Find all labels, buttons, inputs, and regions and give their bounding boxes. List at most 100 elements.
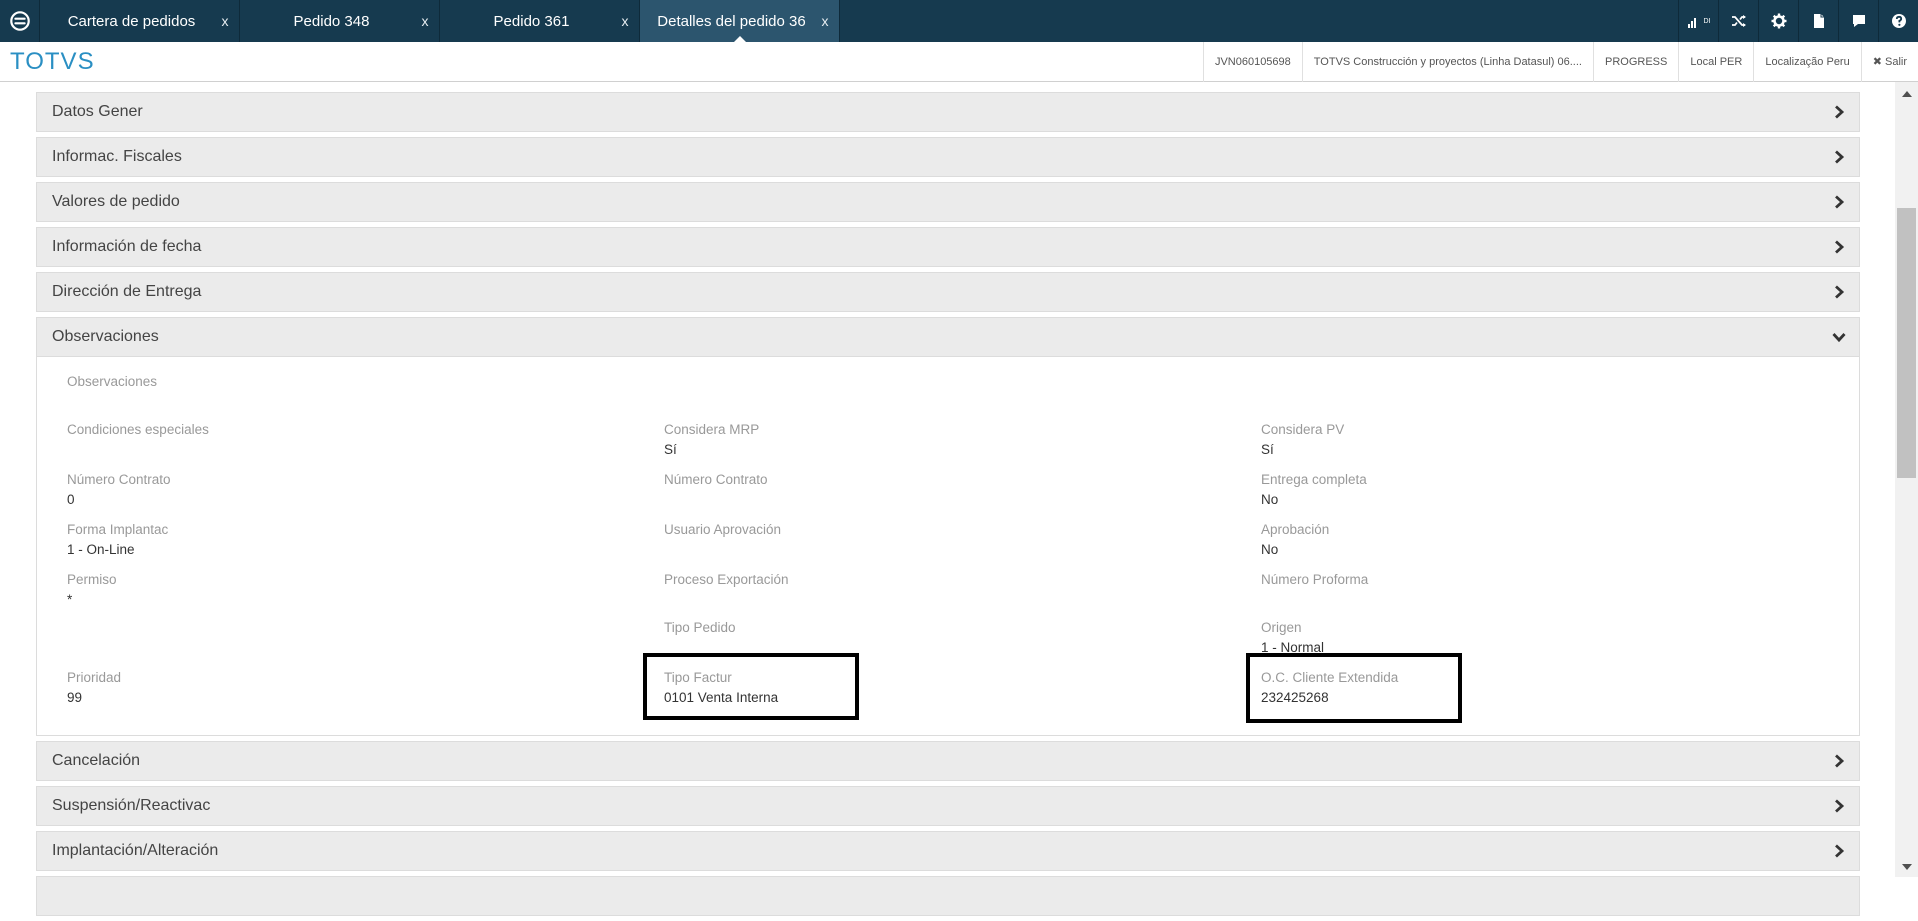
section-next-partial [36,876,1860,916]
chevron-right-icon [1819,273,1859,311]
highlight-box-tipo-factur [643,653,859,720]
tab-pedido-361[interactable]: Pedido 361 x [440,0,640,42]
section-implantacion-alteracion: Implantación/Alteración [36,831,1860,871]
field-label: Proceso Exportación [664,572,789,587]
section-title: Cancelación [52,752,141,769]
field-prioridad: Prioridad 99 [67,670,121,705]
field-value: No [1261,492,1279,507]
section-header[interactable]: Información de fecha [36,227,1860,267]
tab-label: Detalles del pedido 36 [657,12,806,30]
field-condiciones-especiales: Condiciones especiales [67,422,209,442]
field-label: Considera MRP [664,422,760,437]
section-informacion-de-fecha: Información de fecha [36,227,1860,267]
field-label: Condiciones especiales [67,422,209,437]
tab-close-button[interactable]: x [611,13,639,29]
field-value: Sí [664,442,677,457]
section-title: Datos Gener [52,103,143,120]
documents-button[interactable] [1798,0,1838,42]
field-entrega-completa: Entrega completa No [1261,472,1367,507]
tab-close-button[interactable]: x [211,13,239,29]
chevron-right-icon [1819,832,1859,870]
section-header[interactable]: Datos Gener [36,92,1860,132]
scroll-down-arrow-icon[interactable] [1895,861,1918,873]
tab-close-button[interactable]: x [411,13,439,29]
chat-icon [1852,15,1865,27]
field-value: 0 [67,492,75,507]
section-title: Valores de pedido [52,193,180,210]
section-header[interactable]: Implantación/Alteración [36,831,1860,871]
header-company[interactable]: TOTVS Construcción y proyectos (Linha Da… [1301,41,1593,82]
field-considera-pv: Considera PV Sí [1261,422,1344,457]
tab-pedido-348[interactable]: Pedido 348 x [240,0,440,42]
section-header[interactable]: Valores de pedido [36,182,1860,222]
field-origen: Origen 1 - Normal [1261,620,1324,655]
shuffle-icon [1731,15,1746,27]
section-header[interactable]: Dirección de Entrega [36,272,1860,312]
observaciones-body: Observaciones Condiciones especiales Con… [36,357,1860,736]
section-header[interactable] [36,876,1860,916]
field-value: 1 - On-Line [67,542,135,557]
tab-label: Pedido 361 [493,12,570,30]
field-value: Sí [1261,442,1274,457]
top-icon-bar: DI [1678,0,1918,42]
chevron-right-icon [1819,183,1859,221]
field-label: Permiso [67,572,117,587]
tab-label: Cartera de pedidos [67,12,196,30]
field-value: 99 [67,690,83,705]
tab-close-button[interactable]: x [811,13,839,29]
field-label: Número Contrato [664,472,768,487]
header-info-bar: JVN060105698 TOTVS Construcción y proyec… [1202,41,1918,82]
field-label: Entrega completa [1261,472,1367,487]
field-label: Usuario Aprovación [664,522,782,537]
scroll-up-arrow-icon[interactable] [1895,88,1918,100]
header-localization[interactable]: Localização Peru [1753,41,1860,82]
field-value: * [67,592,73,607]
field-label: Considera PV [1261,422,1345,437]
field-numero-contrato-2: Número Contrato [664,472,768,492]
header-user[interactable]: JVN060105698 [1202,41,1302,82]
help-button[interactable] [1878,0,1918,42]
scrollbar-thumb[interactable] [1897,208,1916,478]
document-icon [1813,14,1824,28]
field-label: Número Proforma [1261,572,1369,587]
tab-label: Pedido 348 [293,12,370,30]
section-header[interactable]: Observaciones [36,317,1860,357]
header-local[interactable]: Local PER [1678,41,1753,82]
section-title: Información de fecha [52,238,202,255]
highlight-box-oc-cliente [1246,653,1462,723]
chevron-right-icon [1819,228,1859,266]
section-title: Observaciones [52,328,159,345]
field-usuario-aprovacion: Usuario Aprovación [664,522,781,542]
section-header[interactable]: Informac. Fiscales [36,137,1860,177]
switch-company-button[interactable] [1718,0,1758,42]
chevron-right-icon [1819,93,1859,131]
section-title: Implantación/Alteración [52,842,219,859]
field-forma-implantac: Forma Implantac 1 - On-Line [67,522,168,557]
field-aprobacion: Aprobación No [1261,522,1329,557]
chevron-right-icon [1819,138,1859,176]
section-header[interactable]: Cancelación [36,741,1860,781]
chevron-right-icon [1819,742,1859,780]
section-datos-gener: Datos Gener [36,92,1860,132]
field-label: Forma Implantac [67,522,169,537]
section-valores-de-pedido: Valores de pedido [36,182,1860,222]
section-direccion-de-entrega: Dirección de Entrega [36,272,1860,312]
messages-button[interactable] [1838,0,1878,42]
chevron-down-icon [1819,318,1859,356]
logout-button[interactable]: ✖ Salir [1860,41,1918,82]
signal-button[interactable]: DI [1678,0,1718,42]
gear-icon [1771,13,1786,29]
field-numero-contrato: Número Contrato 0 [67,472,171,507]
field-tipo-pedido: Tipo Pedido [664,620,736,640]
field-considera-mrp: Considera MRP Sí [664,422,759,457]
settings-button[interactable] [1758,0,1798,42]
tab-detalles-del-pedido[interactable]: Detalles del pedido 36 x [640,0,840,43]
section-header[interactable]: Suspensión/Reactivac [36,786,1860,826]
header-database[interactable]: PROGRESS [1592,41,1678,82]
field-label: Número Contrato [67,472,171,487]
app-menu-button[interactable] [0,0,40,42]
field-permiso: Permiso * [67,572,117,607]
tab-cartera-de-pedidos[interactable]: Cartera de pedidos x [40,0,240,42]
vertical-scrollbar[interactable] [1895,82,1918,877]
sub-header: TOTVS JVN060105698 TOTVS Construcción y … [0,41,1918,82]
